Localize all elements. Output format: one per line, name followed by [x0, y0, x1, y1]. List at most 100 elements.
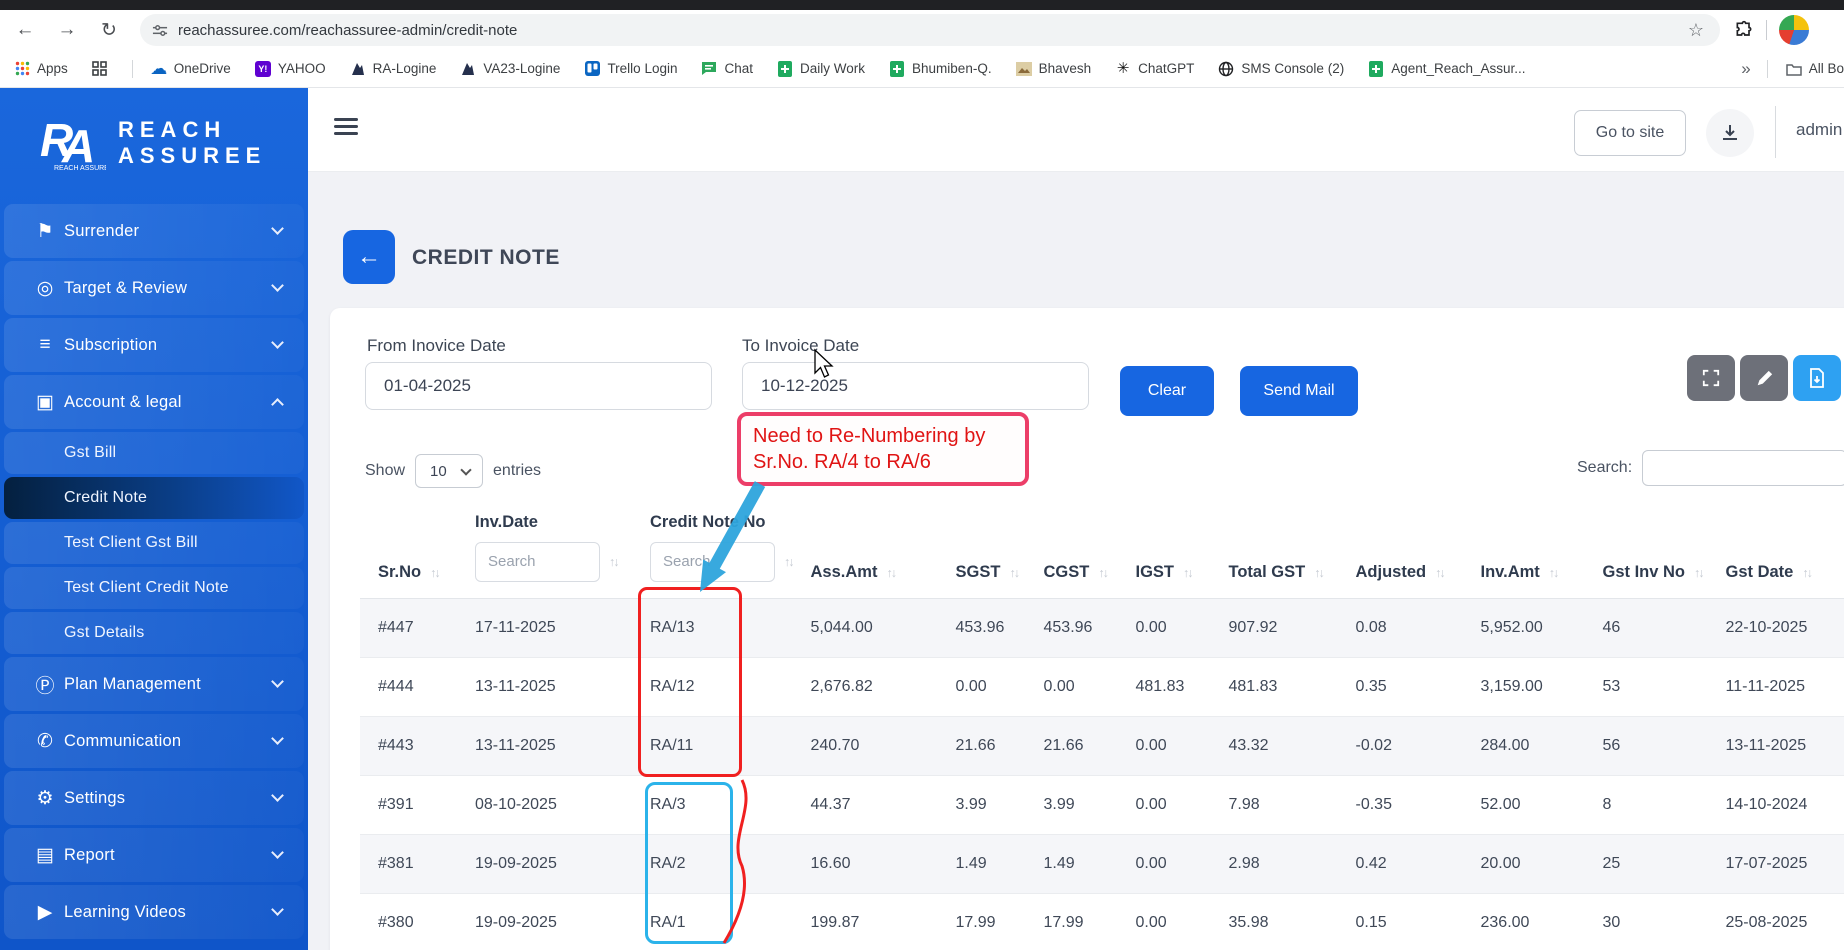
- column-header-ass-amt[interactable]: Ass.Amt↑↓: [793, 498, 938, 598]
- all-bookmarks[interactable]: All Bo: [1786, 61, 1844, 77]
- sidebar-item-surrender[interactable]: ⚑Surrender: [4, 204, 304, 258]
- to-invoice-date-input[interactable]: [742, 362, 1089, 410]
- sidebar-item-credit-note[interactable]: Credit Note: [4, 477, 304, 519]
- bookmark-item[interactable]: Bhavesh: [1016, 61, 1092, 77]
- column-search-input[interactable]: [650, 542, 775, 582]
- export-file-button[interactable]: [1793, 355, 1841, 401]
- file-download-icon: [1808, 368, 1826, 388]
- page-size-select[interactable]: 10: [415, 454, 483, 488]
- bookmarks-overflow-chevron[interactable]: »: [1741, 59, 1750, 79]
- folder-icon: [1786, 61, 1802, 77]
- fullscreen-button[interactable]: [1687, 355, 1735, 401]
- annotation-line1: Need to Re-Numbering by: [753, 423, 1013, 449]
- column-header-gst-date[interactable]: Gst Date↑↓: [1708, 498, 1844, 598]
- sidebar-item-learning-videos[interactable]: ▶Learning Videos: [4, 885, 304, 939]
- sort-icon[interactable]: ↑↓: [886, 566, 895, 580]
- site-settings-icon[interactable]: [152, 22, 168, 38]
- sort-icon[interactable]: ↑↓: [1549, 566, 1558, 580]
- sidebar-item-communication[interactable]: ✆Communication: [4, 714, 304, 768]
- sidebar-item-gst-bill[interactable]: Gst Bill: [4, 432, 304, 474]
- trello-icon: [584, 61, 600, 77]
- bookmark-item[interactable]: Bhumiben-Q.: [889, 61, 992, 77]
- sheets-icon: [889, 61, 905, 77]
- cell: 20.00: [1463, 834, 1585, 893]
- sort-icon[interactable]: ↑↓: [1009, 566, 1018, 580]
- bookmark-item[interactable]: Daily Work: [777, 61, 865, 77]
- bookmark-item[interactable]: Agent_Reach_Assur...: [1368, 61, 1525, 77]
- sort-icon[interactable]: ↑↓: [1694, 566, 1703, 580]
- bookmark-item[interactable]: SMS Console (2): [1218, 61, 1344, 77]
- bookmark-item[interactable]: VA23-Logine: [460, 61, 560, 77]
- sort-icon[interactable]: ↑↓: [609, 555, 618, 569]
- sidebar-item-gst-details[interactable]: Gst Details: [4, 612, 304, 654]
- window-frame: [0, 0, 1844, 10]
- cell: 13-11-2025: [457, 716, 632, 775]
- sidebar-item-target-review[interactable]: ◎Target & Review: [4, 261, 304, 315]
- hamburger-menu-icon[interactable]: [334, 118, 358, 140]
- send-mail-button[interactable]: Send Mail: [1240, 366, 1358, 416]
- sidebar-item-account-legal[interactable]: ▣Account & legal: [4, 375, 304, 429]
- bookmark-item[interactable]: ✳ChatGPT: [1115, 61, 1194, 77]
- page-back-button[interactable]: ←: [343, 230, 395, 284]
- column-header-adjusted[interactable]: Adjusted↑↓: [1338, 498, 1463, 598]
- sidebar-item-test-client-credit-note[interactable]: Test Client Credit Note: [4, 567, 304, 609]
- clear-button[interactable]: Clear: [1120, 366, 1214, 416]
- sort-icon[interactable]: ↑↓: [1435, 566, 1444, 580]
- extensions-icon[interactable]: [1734, 20, 1754, 40]
- chevron-down-icon: [271, 336, 284, 349]
- column-header-sr-no[interactable]: Sr.No↑↓: [360, 498, 457, 598]
- bookmark-item[interactable]: Y!YAHOO: [255, 61, 326, 77]
- credit-note-card: From Inovice Date To Invoice Date Clear …: [330, 308, 1844, 950]
- phone-icon: ✆: [28, 730, 62, 753]
- bookmark-item[interactable]: Trello Login: [584, 61, 677, 77]
- column-header-sgst[interactable]: SGST↑↓: [938, 498, 1026, 598]
- sidebar-item-settings[interactable]: ⚙Settings: [4, 771, 304, 825]
- sidebar-item-label: Account & legal: [64, 393, 182, 412]
- column-header-credit-note-no[interactable]: Credit Note No↑↓: [632, 498, 793, 598]
- go-to-site-button[interactable]: Go to site: [1574, 110, 1686, 156]
- sidebar-item-test-client-gst-bill[interactable]: Test Client Gst Bill: [4, 522, 304, 564]
- reading-list-icon[interactable]: [92, 61, 108, 77]
- sort-icon[interactable]: ↑↓: [1183, 566, 1192, 580]
- subscription-icon: ≡: [28, 334, 62, 356]
- sort-icon[interactable]: ↑↓: [784, 555, 793, 569]
- bookmark-item[interactable]: ☁OneDrive: [151, 61, 231, 77]
- profile-avatar[interactable]: [1779, 15, 1809, 45]
- sort-icon[interactable]: ↑↓: [1098, 566, 1107, 580]
- column-header-gst-inv-no[interactable]: Gst Inv No↑↓: [1585, 498, 1708, 598]
- column-header-inv-date[interactable]: Inv.Date↑↓: [457, 498, 632, 598]
- admin-user-label[interactable]: admin: [1796, 120, 1842, 140]
- from-invoice-date-input[interactable]: [365, 362, 712, 410]
- column-header-cgst[interactable]: CGST↑↓: [1026, 498, 1118, 598]
- bookmark-item[interactable]: Chat: [701, 61, 753, 77]
- forward-nav-icon[interactable]: →: [50, 13, 84, 47]
- sort-icon[interactable]: ↑↓: [430, 566, 439, 580]
- bookmark-item[interactable]: RA-Logine: [350, 61, 437, 77]
- table-row: #44313-11-2025RA/11240.7021.6621.660.004…: [360, 716, 1844, 775]
- address-bar[interactable]: reachassuree.com/reachassuree-admin/cred…: [140, 14, 1720, 46]
- reload-icon[interactable]: ↻: [92, 13, 126, 47]
- edit-button[interactable]: [1740, 355, 1788, 401]
- sidebar-item-subscription[interactable]: ≡Subscription: [4, 318, 304, 372]
- column-header-inv-amt[interactable]: Inv.Amt↑↓: [1463, 498, 1585, 598]
- column-search-input[interactable]: [475, 542, 600, 582]
- bookmark-star-icon[interactable]: ☆: [1688, 20, 1704, 41]
- brand-logo[interactable]: R A REACH ASSUREE REACH ASSUREE: [0, 88, 308, 190]
- sidebar-item-report[interactable]: ▤Report: [4, 828, 304, 882]
- column-header-igst[interactable]: IGST↑↓: [1118, 498, 1211, 598]
- back-nav-icon[interactable]: ←: [8, 13, 42, 47]
- cell: 25: [1585, 834, 1708, 893]
- toolbar-divider: [1766, 20, 1767, 40]
- sort-icon[interactable]: ↑↓: [1802, 566, 1811, 580]
- cell: 5,044.00: [793, 598, 938, 657]
- url-text[interactable]: reachassuree.com/reachassuree-admin/cred…: [178, 22, 1688, 39]
- apps-shortcut[interactable]: Apps: [14, 61, 68, 77]
- table-search-input[interactable]: [1642, 450, 1844, 486]
- cell: 46: [1585, 598, 1708, 657]
- header-download-button[interactable]: [1706, 109, 1754, 157]
- cell: 17.99: [1026, 893, 1118, 950]
- sort-icon[interactable]: ↑↓: [1314, 566, 1323, 580]
- cell: 17.99: [938, 893, 1026, 950]
- column-header-total-gst[interactable]: Total GST↑↓: [1211, 498, 1338, 598]
- sidebar-item-plan-management[interactable]: ⓅPlan Management: [4, 657, 304, 711]
